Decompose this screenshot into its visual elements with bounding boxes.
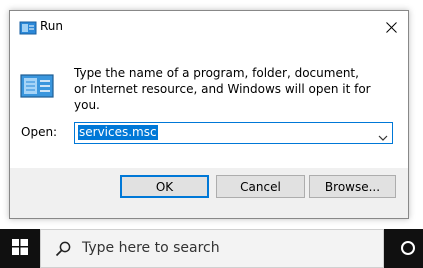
title-bar[interactable]: Run xyxy=(10,11,408,43)
dialog-description: Type the name of a program, folder, docu… xyxy=(74,66,371,112)
cortana-circle-icon[interactable] xyxy=(400,240,416,256)
close-icon xyxy=(385,18,397,37)
dialog-title: Run xyxy=(40,19,64,33)
open-label: Open: xyxy=(21,125,58,139)
dialog-body: Type the name of a program, folder, docu… xyxy=(10,43,408,168)
cancel-button[interactable]: Cancel xyxy=(216,175,305,198)
taskbar-search-box[interactable]: Type here to search xyxy=(40,229,384,268)
taskbar: Type here to search xyxy=(0,229,423,268)
ok-button[interactable]: OK xyxy=(120,175,209,198)
close-button[interactable] xyxy=(374,11,408,43)
run-program-icon xyxy=(20,73,54,99)
search-placeholder: Type here to search xyxy=(82,240,220,256)
windows-start-icon xyxy=(12,238,28,259)
run-dialog: Run Type the name of a program, folder, … xyxy=(9,10,409,219)
browse-button[interactable]: Browse... xyxy=(309,175,396,198)
search-icon xyxy=(55,241,71,257)
open-combobox[interactable]: services.msc xyxy=(74,122,393,144)
chevron-down-icon[interactable] xyxy=(378,128,388,141)
open-input[interactable]: services.msc xyxy=(78,125,158,140)
start-button[interactable] xyxy=(0,229,40,268)
run-icon xyxy=(19,20,37,35)
